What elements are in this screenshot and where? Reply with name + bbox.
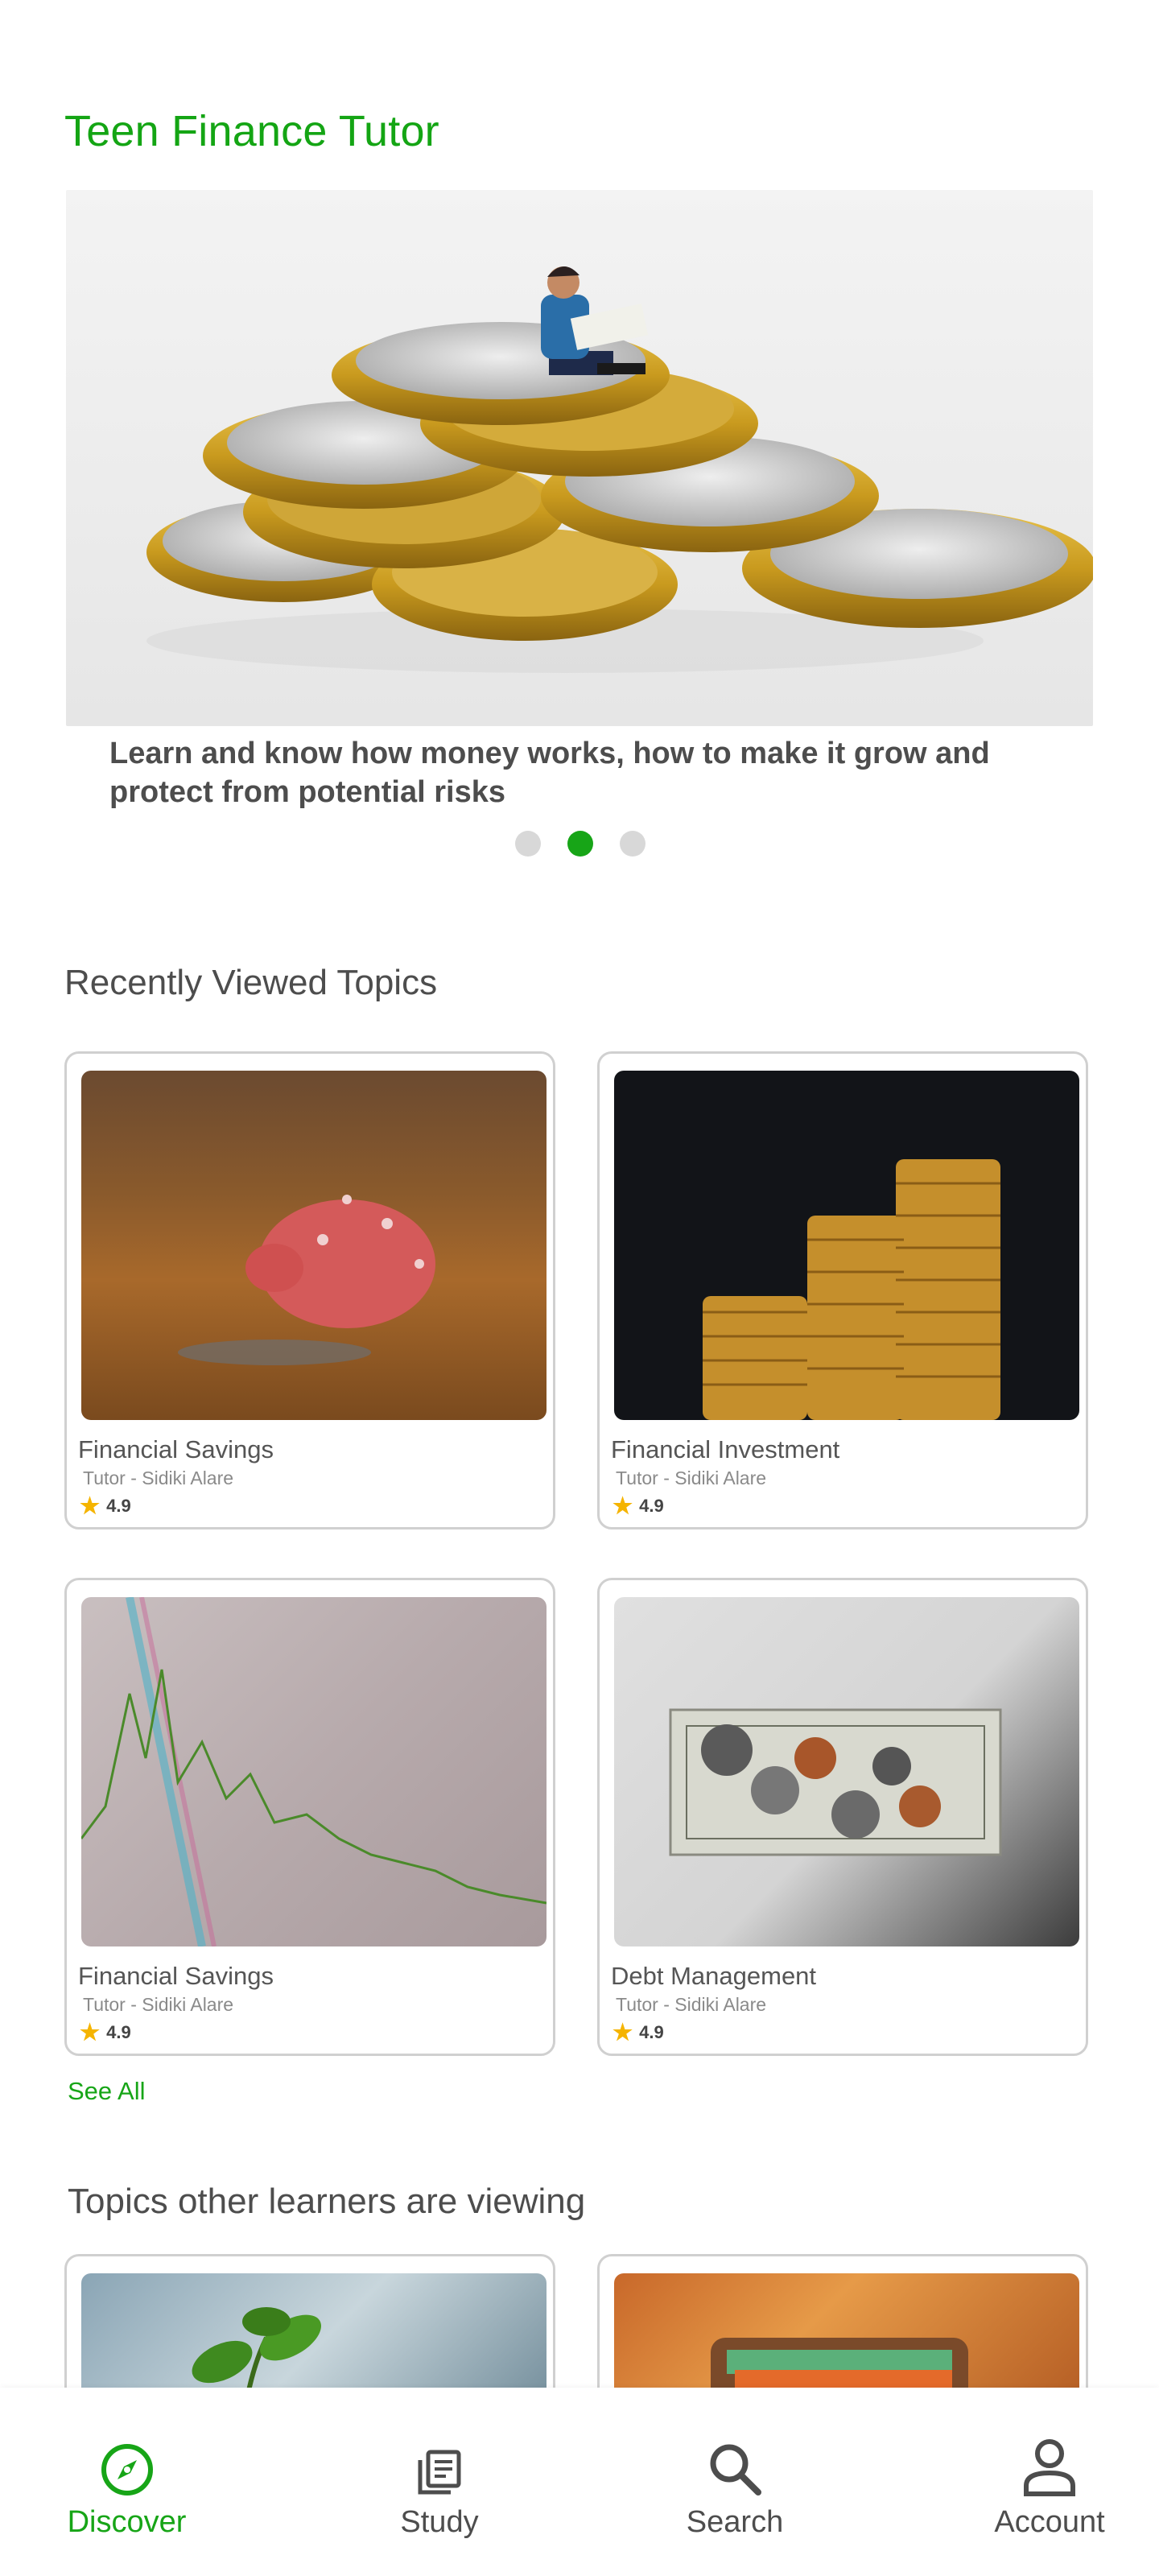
card-tutor: Tutor - Sidiki Alare <box>616 1468 767 1488</box>
card-title: Financial Investment <box>611 1435 840 1463</box>
card-rating: ★ 4.9 <box>612 1495 664 1517</box>
carousel-dots <box>515 831 645 857</box>
coins-with-figure-illustration <box>146 266 1093 673</box>
carousel-dot-active[interactable] <box>567 831 593 857</box>
others-viewing-title: Topics other learners are viewing <box>68 2182 586 2221</box>
rating-value: 4.9 <box>106 1496 131 1516</box>
hero-caption: Learn and know how money works, how to m… <box>109 737 990 809</box>
topic-card[interactable]: Debt Management Tutor - Sidiki Alare ★ 4… <box>597 1578 1088 2056</box>
search-icon <box>710 2444 761 2496</box>
nav-label: Account <box>994 2505 1105 2539</box>
card-title: Debt Management <box>611 1962 817 1990</box>
card-title: Financial Savings <box>78 1962 274 1990</box>
card-rating: ★ 4.9 <box>612 2021 664 2044</box>
star-icon: ★ <box>80 1493 101 1518</box>
app-title: Teen Finance Tutor <box>64 107 439 155</box>
nav-label: Discover <box>67 2505 187 2539</box>
nav-study[interactable]: Study <box>391 2388 488 2540</box>
person-icon <box>1024 2439 1075 2496</box>
nav-account[interactable]: Account <box>988 2388 1111 2540</box>
card-tutor: Tutor - Sidiki Alare <box>83 1994 234 2015</box>
bottom-navigation: Discover Study Search Account <box>0 2388 1159 2576</box>
card-rating: ★ 4.9 <box>80 1495 131 1517</box>
nav-discover[interactable]: Discover <box>64 2388 189 2540</box>
nav-label: Search <box>686 2505 784 2539</box>
topic-card[interactable]: Financial Investment Tutor - Sidiki Alar… <box>597 1051 1088 1530</box>
rating-value: 4.9 <box>639 1496 664 1516</box>
piggy-bank-image <box>81 1071 547 1420</box>
nav-label: Study <box>400 2505 479 2539</box>
stock-chart-image <box>81 1597 547 1946</box>
card-tutor: Tutor - Sidiki Alare <box>616 1994 767 2015</box>
coin-stacks-image <box>614 1071 1079 1420</box>
see-all-link[interactable]: See All <box>68 2077 146 2106</box>
star-icon: ★ <box>612 2020 633 2045</box>
nav-search[interactable]: Search <box>683 2388 787 2540</box>
carousel-dot[interactable] <box>515 831 541 857</box>
carousel-dot[interactable] <box>620 831 645 857</box>
star-icon: ★ <box>80 2020 101 2045</box>
card-title: Financial Savings <box>78 1435 274 1463</box>
card-tutor: Tutor - Sidiki Alare <box>83 1468 234 1488</box>
book-icon <box>418 2450 461 2495</box>
rating-value: 4.9 <box>639 2022 664 2042</box>
hero-image[interactable] <box>66 190 1093 726</box>
card-rating: ★ 4.9 <box>80 2021 131 2044</box>
recently-viewed-title: Recently Viewed Topics <box>64 963 438 1002</box>
topic-card[interactable]: Financial Savings Tutor - Sidiki Alare ★… <box>64 1051 555 1530</box>
topic-card[interactable]: Financial Savings Tutor - Sidiki Alare ★… <box>64 1578 555 2056</box>
compass-icon <box>101 2444 153 2496</box>
star-icon: ★ <box>612 1493 633 1518</box>
dollar-coins-image <box>614 1597 1079 1946</box>
rating-value: 4.9 <box>106 2022 131 2042</box>
